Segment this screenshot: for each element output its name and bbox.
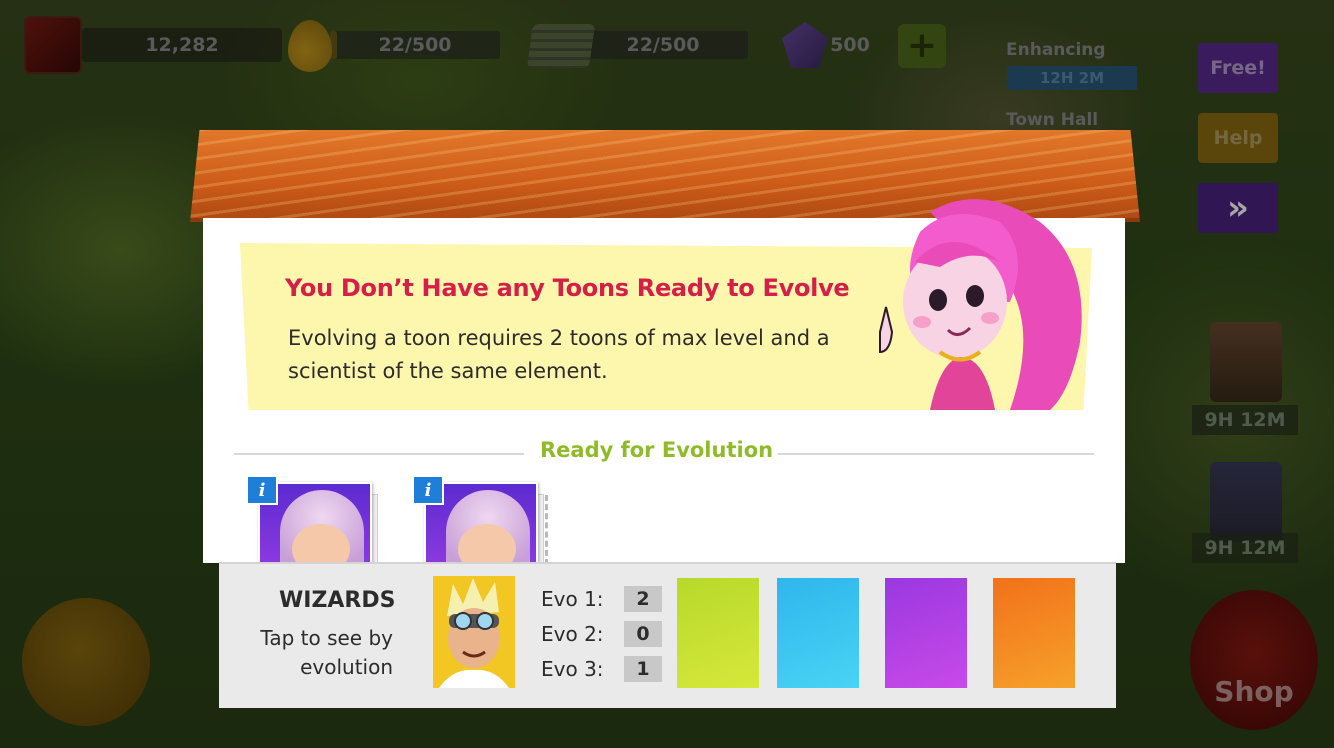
evo-2-label: Evo 2: xyxy=(541,622,604,646)
evo-1-count: 2 xyxy=(624,586,662,612)
notice-text: Evolving a toon requires 2 toons of max … xyxy=(288,326,830,383)
ready-for-evolution-title: Ready for Evolution xyxy=(540,438,774,462)
element-filter-green[interactable] xyxy=(677,578,759,688)
category-subtitle[interactable]: Tap to see by evolution xyxy=(193,624,393,682)
element-filter-blue[interactable] xyxy=(777,578,859,688)
evo-3-label: Evo 3: xyxy=(541,657,604,681)
info-icon[interactable]: i xyxy=(246,475,278,505)
empty-slot-divider xyxy=(545,495,548,565)
section-divider-right xyxy=(778,453,1094,455)
element-filter-purple[interactable] xyxy=(885,578,967,688)
evo-3-count: 1 xyxy=(624,656,662,682)
scientist-portrait[interactable] xyxy=(433,576,515,688)
category-title[interactable]: WIZARDS xyxy=(279,588,395,613)
evo-2-count: 0 xyxy=(624,621,662,647)
section-divider-left xyxy=(234,453,524,455)
pink-haired-girl-illustration xyxy=(879,199,1082,410)
element-filter-orange[interactable] xyxy=(993,578,1075,688)
info-icon[interactable]: i xyxy=(412,475,444,505)
evo-1-label: Evo 1: xyxy=(541,587,604,611)
notice-title: You Don’t Have any Toons Ready to Evolve xyxy=(285,274,850,302)
